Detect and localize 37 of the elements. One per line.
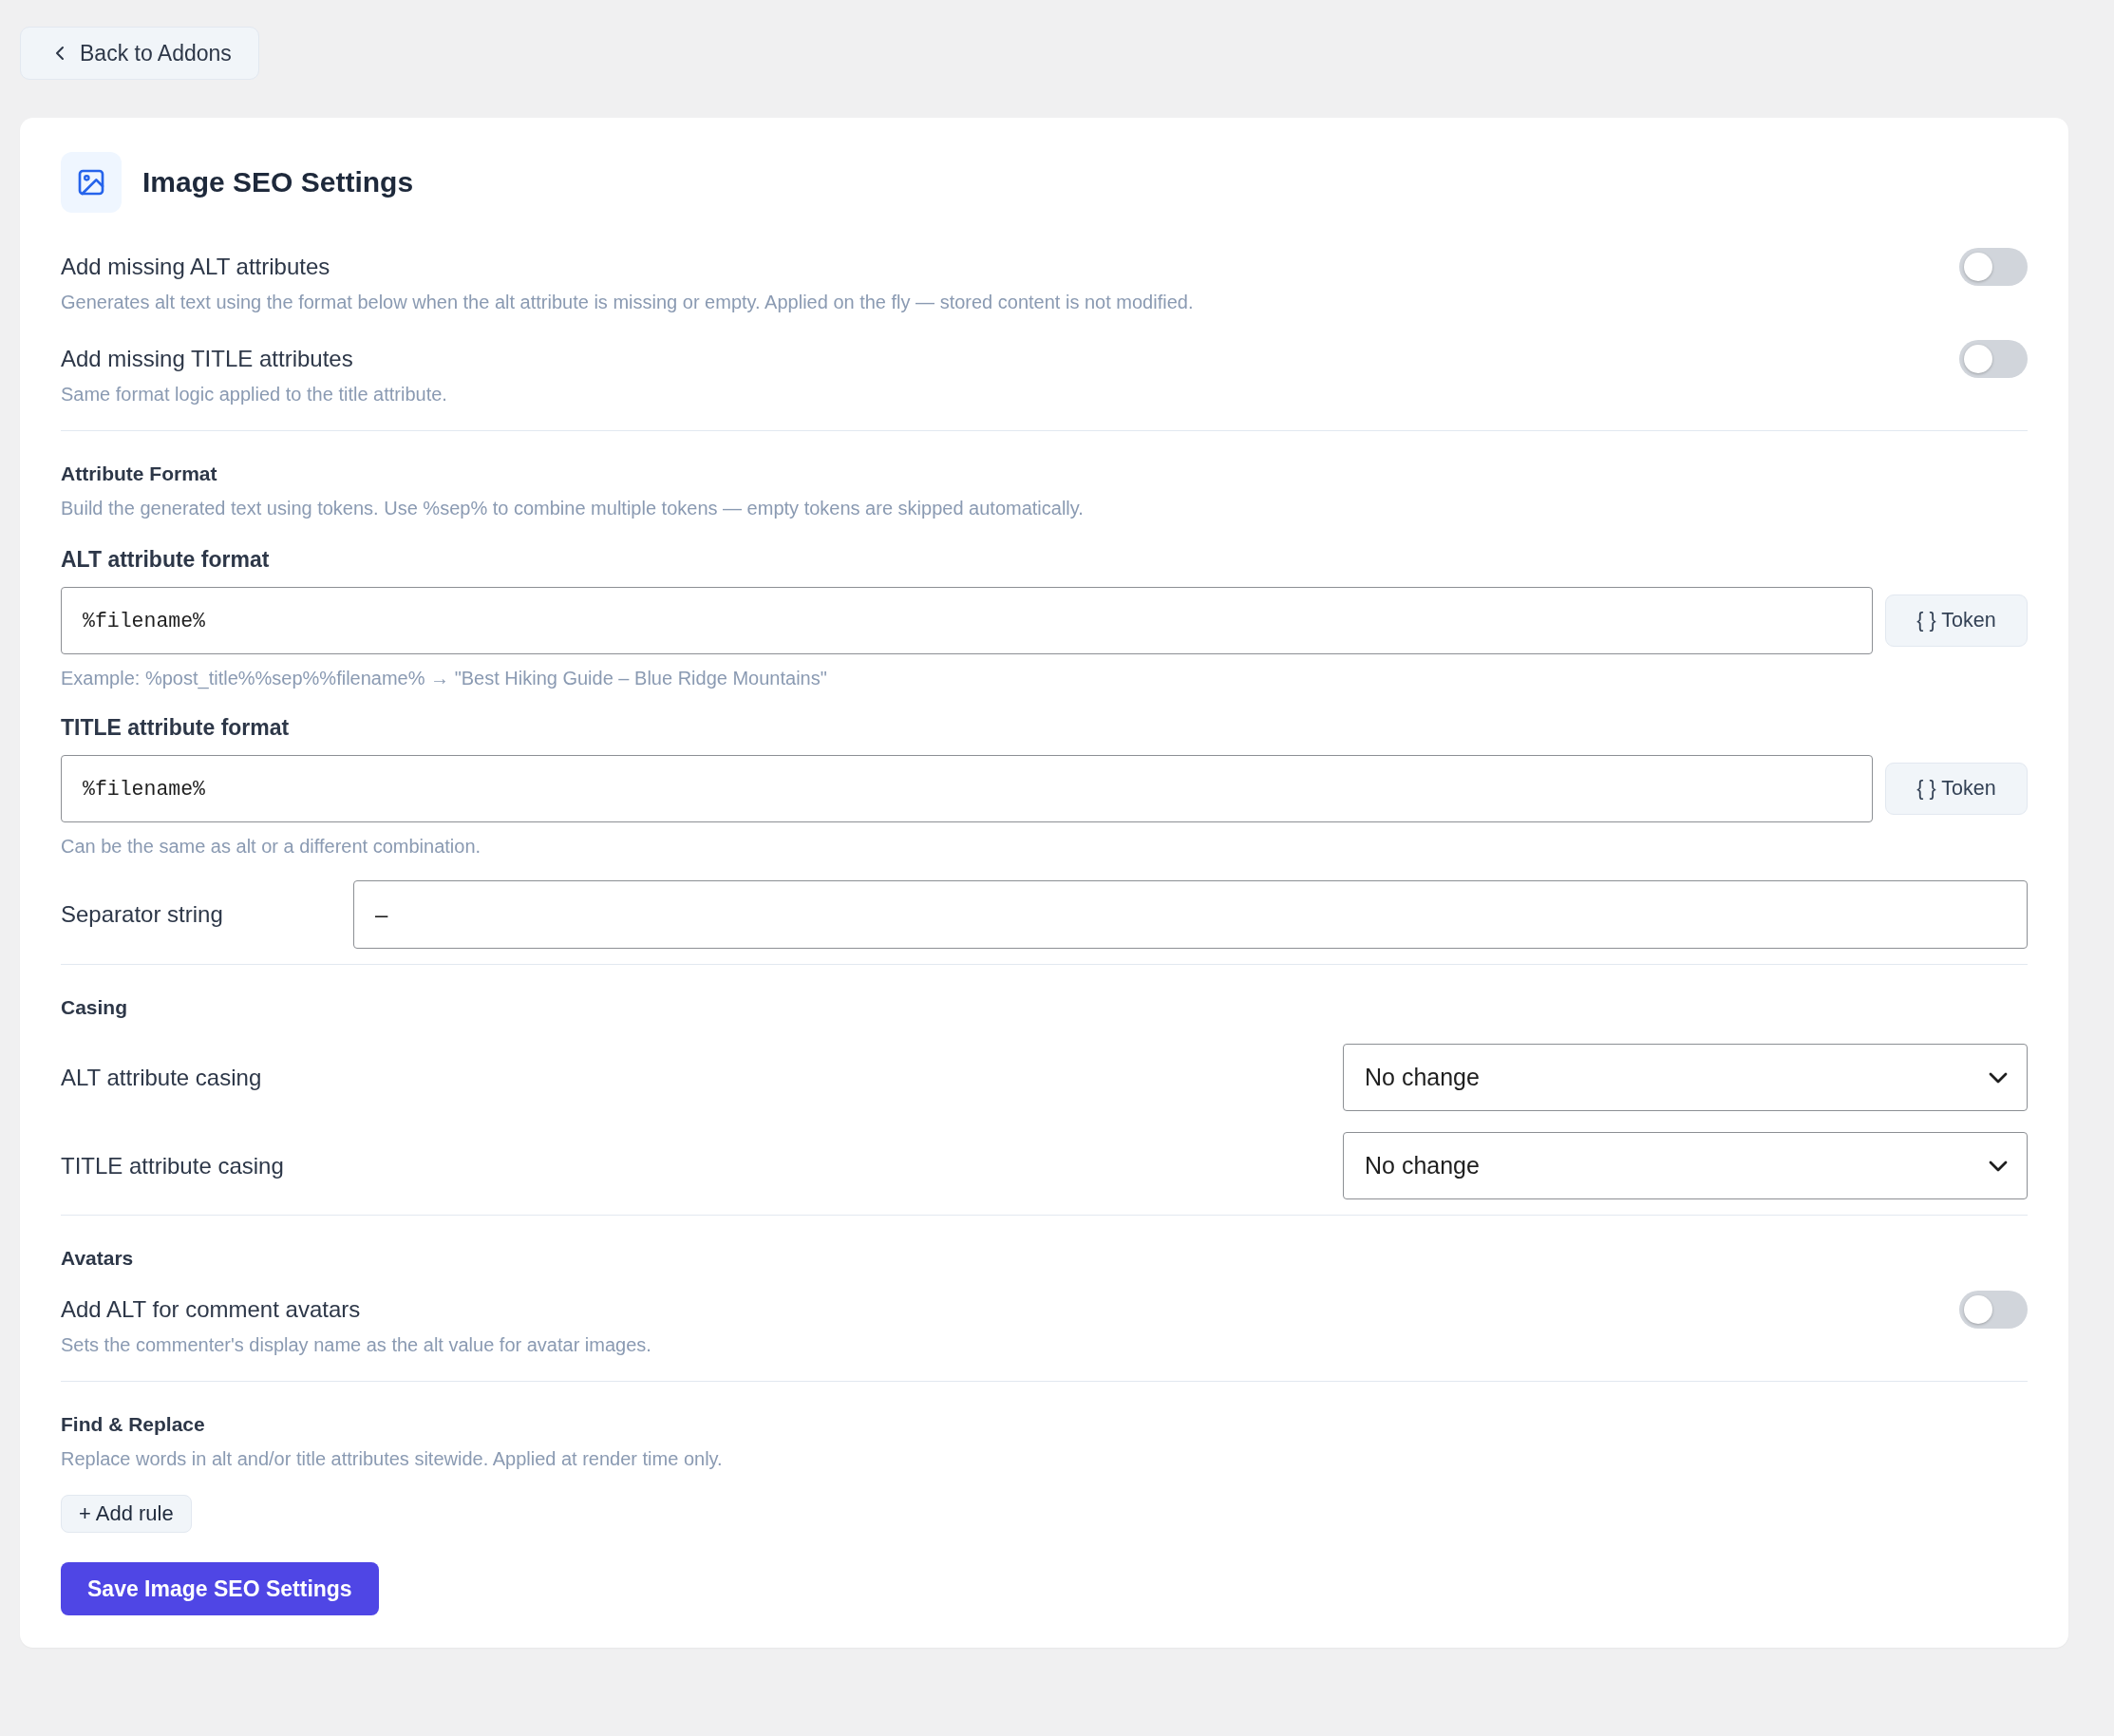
setting-description: Same format logic applied to the title attribute. bbox=[61, 383, 447, 406]
setting-label: Add ALT for comment avatars bbox=[61, 1295, 362, 1324]
image-icon bbox=[61, 152, 122, 213]
field-label: Separator string bbox=[61, 900, 224, 929]
setting-label: TITLE attribute casing bbox=[61, 1151, 284, 1180]
field-label: ALT attribute format bbox=[61, 546, 271, 574]
chevron-down-icon bbox=[1989, 1071, 2008, 1084]
setting-description: Generates alt text using the format below when the alt attribute is missing or empty. Applied on the fly — stored content is not modified. bbox=[61, 291, 1194, 314]
chevron-down-icon bbox=[1989, 1160, 2008, 1172]
toggle-switch[interactable] bbox=[1959, 248, 2028, 286]
toggle-switch[interactable] bbox=[1959, 1291, 2028, 1329]
section-heading: Casing bbox=[61, 995, 128, 1020]
help-text: Can be the same as alt or a different combination. bbox=[61, 835, 482, 859]
chevron-left-icon bbox=[55, 46, 65, 61]
back-button[interactable]: Back to Addons bbox=[20, 27, 259, 80]
section-heading: Find & Replace bbox=[61, 1412, 206, 1437]
section-description: Build the generated text using tokens. Use %sep% to combine multiple tokens — empty tokens are skipped automatically. bbox=[61, 497, 1085, 520]
setting-label: ALT attribute casing bbox=[61, 1063, 262, 1092]
text-input[interactable]: %filename% bbox=[61, 755, 1873, 822]
section-description: Replace words in alt and/or title attributes sitewide. Applied at render time only. bbox=[61, 1447, 724, 1471]
section-heading: Avatars bbox=[61, 1246, 135, 1271]
field-label: TITLE attribute format bbox=[61, 714, 291, 742]
token-button[interactable]: { } Token bbox=[1885, 763, 2028, 815]
add-rule-button[interactable]: + Add rule bbox=[61, 1495, 192, 1533]
section-heading: Attribute Format bbox=[61, 462, 218, 486]
dropdown-select[interactable]: No change bbox=[1343, 1132, 2028, 1199]
setting-description: Sets the commenter's display name as the alt value for avatar images. bbox=[61, 1333, 651, 1357]
text-input[interactable]: %filename% bbox=[61, 587, 1873, 654]
help-text: Example: %post_title%%sep%%filename% → "Best Hiking Guide – Blue Ridge Mountains" bbox=[61, 667, 828, 691]
setting-label: Add missing TITLE attributes bbox=[61, 345, 354, 373]
save-button[interactable]: Save Image SEO Settings bbox=[61, 1562, 379, 1615]
toggle-switch[interactable] bbox=[1959, 340, 2028, 378]
setting-label: Add missing ALT attributes bbox=[61, 253, 331, 281]
token-button[interactable]: { } Token bbox=[1885, 594, 2028, 647]
dropdown-select[interactable]: No change bbox=[1343, 1044, 2028, 1111]
text-input[interactable]: – bbox=[353, 880, 2028, 949]
panel-title: Image SEO Settings bbox=[142, 165, 414, 199]
